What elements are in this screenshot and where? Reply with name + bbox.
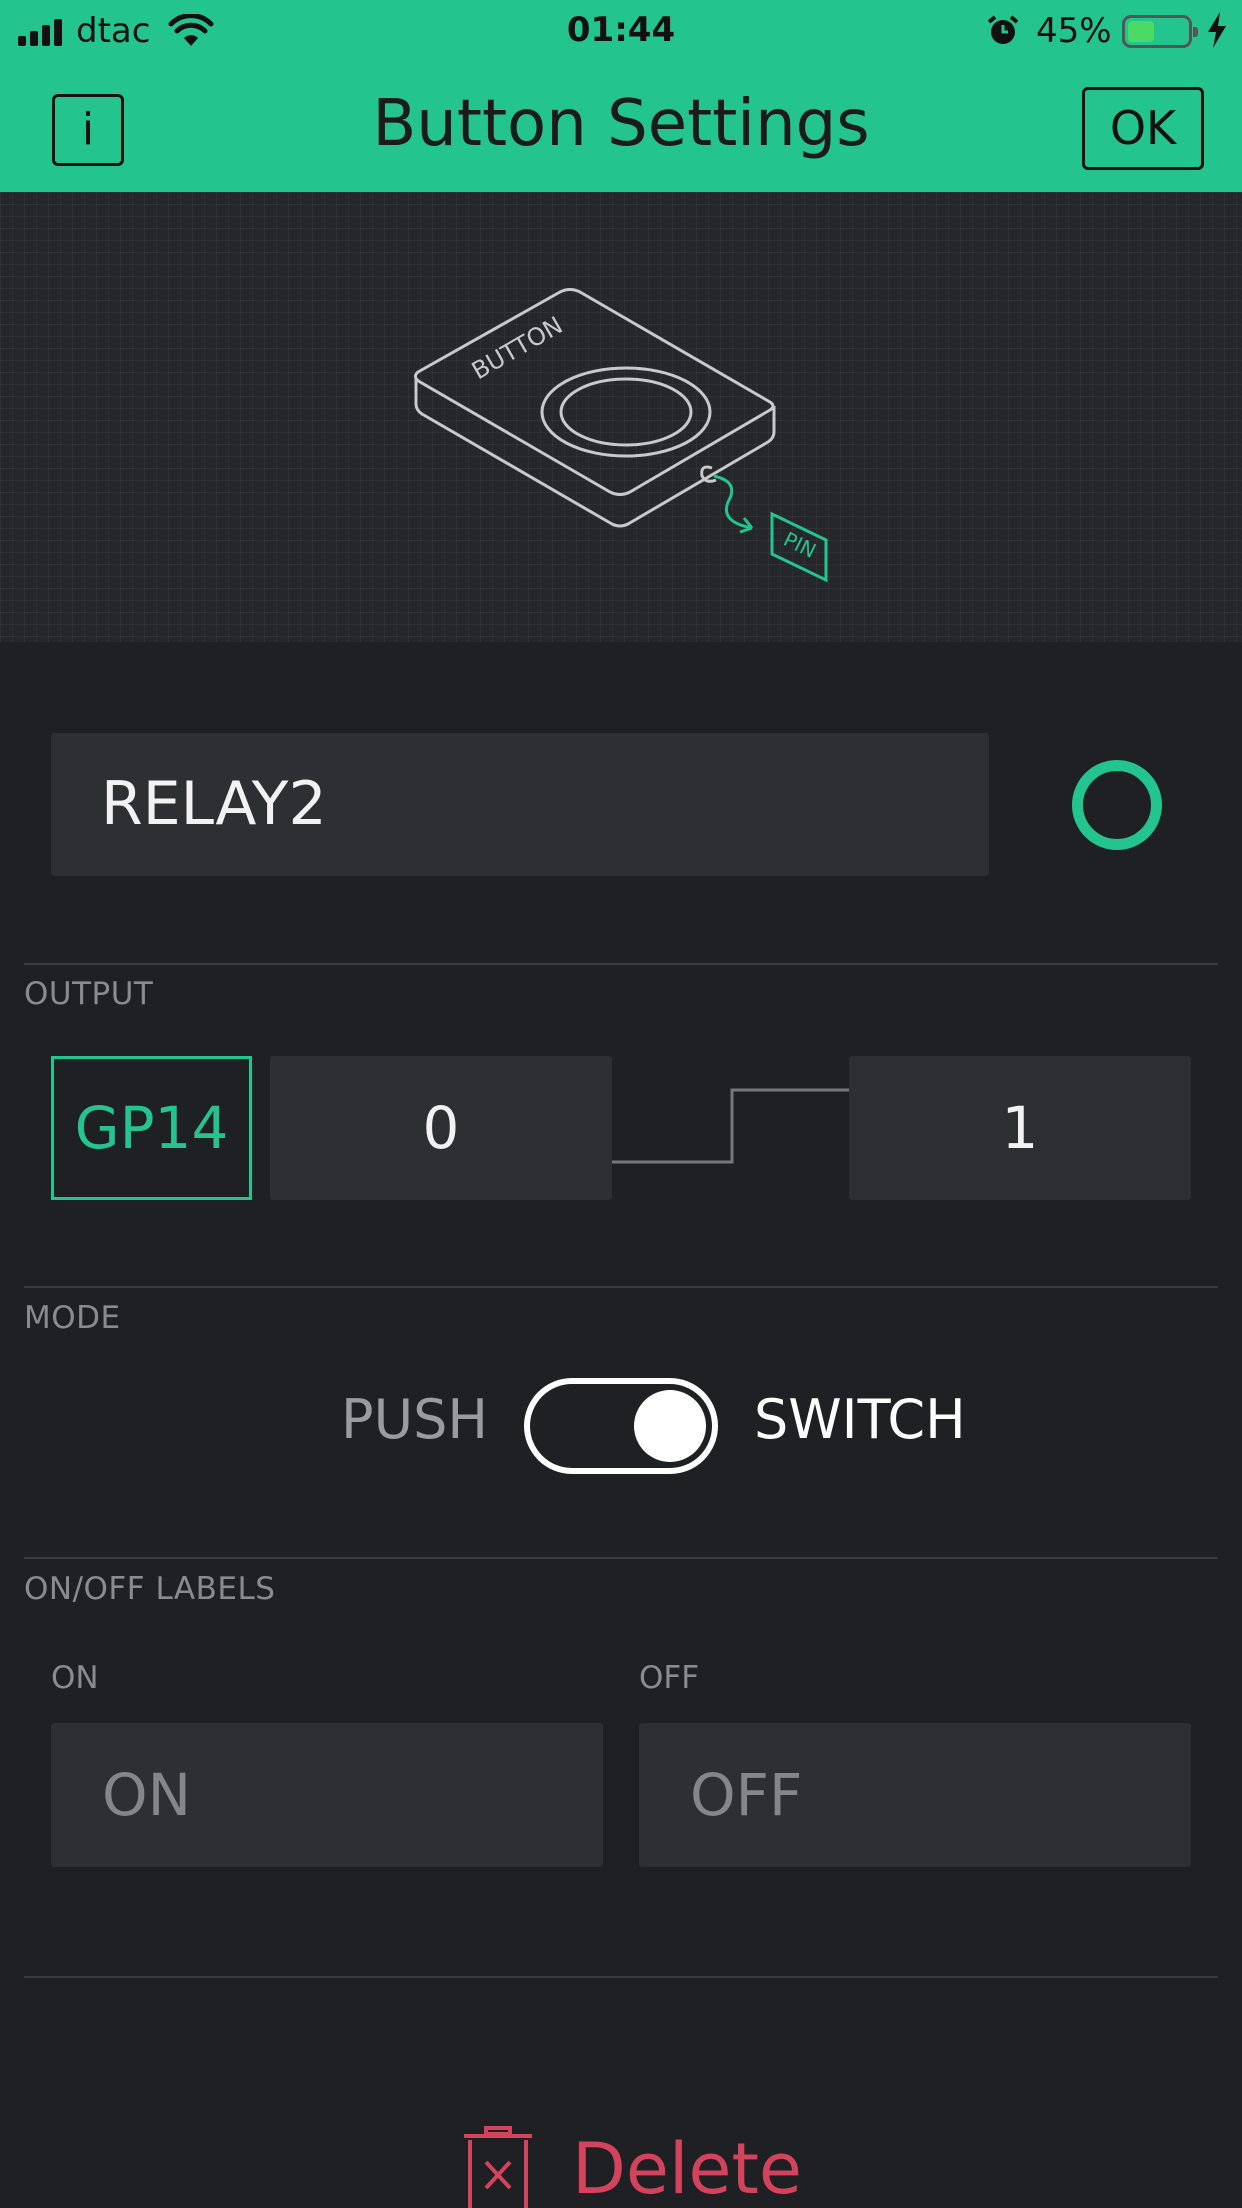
charging-bolt-icon <box>1208 12 1226 48</box>
on-label-input[interactable]: ON <box>51 1723 603 1867</box>
battery-icon <box>1122 15 1198 48</box>
output-high-value-input[interactable]: 1 <box>849 1056 1191 1200</box>
color-picker[interactable] <box>1072 760 1162 850</box>
battery-percent: 45% <box>1036 11 1112 51</box>
on-label-caption: ON <box>51 1660 99 1696</box>
page-title: Button Settings <box>372 87 870 161</box>
divider <box>24 1286 1218 1288</box>
divider <box>24 1976 1218 1978</box>
trash-icon <box>464 2126 532 2208</box>
off-label-input[interactable]: OFF <box>639 1723 1191 1867</box>
signal-wave-icon <box>612 1088 852 1164</box>
alarm-icon <box>987 15 1019 44</box>
status-bar: dtac 01:44 45% <box>0 0 1242 62</box>
button-label-text: BUTTON <box>467 311 567 385</box>
section-label-onoff: ON/OFF LABELS <box>24 1571 276 1607</box>
off-label-caption: OFF <box>639 1660 700 1696</box>
ok-button[interactable]: OK <box>1082 87 1204 170</box>
widget-illustration: BUTTON PIN <box>0 192 1242 642</box>
mode-toggle[interactable] <box>524 1378 718 1474</box>
output-low-value-input[interactable]: 0 <box>270 1056 612 1200</box>
section-label-output: OUTPUT <box>24 976 154 1012</box>
divider <box>24 963 1218 965</box>
toggle-knob <box>634 1390 706 1462</box>
section-label-mode: MODE <box>24 1300 121 1336</box>
button-device-illustration: BUTTON PIN <box>413 288 828 583</box>
header-bar: dtac 01:44 45% i Button Settings OK <box>0 0 1242 192</box>
mode-switch-label[interactable]: SWITCH <box>754 1388 966 1451</box>
battery-level <box>1128 21 1154 42</box>
widget-name-input[interactable]: RELAY2 <box>51 733 989 876</box>
delete-label: Delete <box>572 2128 802 2208</box>
divider <box>24 1557 1218 1559</box>
pin-select-button[interactable]: GP14 <box>51 1056 252 1200</box>
mode-push-label[interactable]: PUSH <box>320 1388 488 1451</box>
pin-label-text: PIN <box>780 527 820 563</box>
